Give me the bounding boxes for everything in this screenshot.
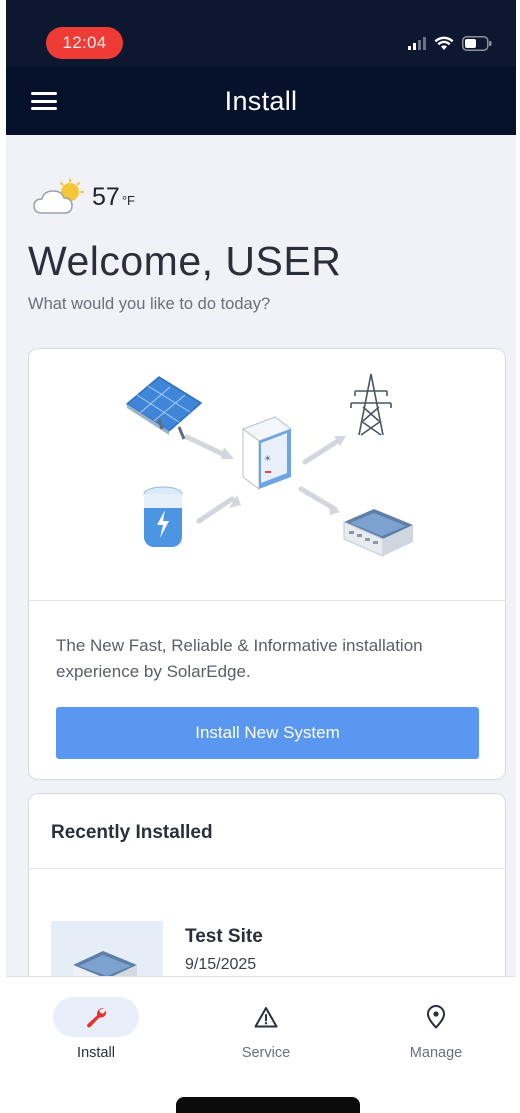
install-card: ☀ The New Fast, Reliable & Informative i…: [28, 348, 506, 780]
welcome-heading: Welcome, USER: [28, 238, 342, 284]
tab-manage-label: Manage: [409, 1045, 463, 1061]
solar-panel-icon: [125, 376, 203, 440]
weather-widget: 57 °F: [32, 179, 135, 215]
site-house-thumbnail[interactable]: [51, 921, 163, 976]
status-time[interactable]: 12:04: [46, 27, 123, 59]
weather-temperature: 57: [92, 182, 120, 211]
install-description: The New Fast, Reliable & Informative ins…: [56, 636, 423, 681]
partly-cloudy-icon: [33, 179, 84, 214]
card-divider: [29, 600, 505, 601]
battery-storage-icon: [143, 486, 183, 547]
bottom-nav: Install Service Manage: [6, 976, 516, 1070]
wrench-icon: [87, 1008, 107, 1028]
install-new-system-button[interactable]: Install New System: [56, 707, 479, 759]
house-icon: [343, 509, 413, 557]
home-indicator[interactable]: [176, 1097, 360, 1113]
main-content[interactable]: 57 °F Welcome, USER What would you like …: [6, 135, 516, 976]
wifi-icon: [434, 36, 454, 50]
recently-installed-card: Recently Installed Test Site 9/15/2025: [28, 793, 506, 976]
welcome-subtitle: What would you like to do today?: [28, 295, 271, 313]
svg-text:☀: ☀: [264, 454, 271, 463]
status-icons: [408, 34, 492, 52]
tab-install[interactable]: Install: [26, 977, 166, 1071]
tab-manage[interactable]: Manage: [366, 977, 506, 1071]
system-illustration: ☀: [125, 373, 413, 557]
weather-unit: °F: [121, 192, 135, 208]
location-pin-icon: [427, 1005, 445, 1029]
page-title: Install: [224, 86, 298, 116]
inverter-icon: ☀: [241, 416, 293, 490]
card-divider: [29, 868, 505, 869]
site-name[interactable]: Test Site: [185, 926, 263, 948]
tab-install-label: Install: [77, 1045, 115, 1061]
power-tower-icon: [350, 373, 392, 436]
warning-triangle-icon: [254, 1007, 278, 1028]
recently-installed-title: Recently Installed: [51, 822, 213, 843]
battery-icon: [462, 35, 492, 51]
app-bar: Install: [6, 66, 516, 135]
tab-service-label: Service: [241, 1045, 291, 1061]
site-date: 9/15/2025: [185, 956, 257, 973]
cellular-signal-icon: [408, 37, 426, 50]
tab-service[interactable]: Service: [196, 977, 336, 1071]
status-bar: 12:04: [6, 0, 516, 66]
